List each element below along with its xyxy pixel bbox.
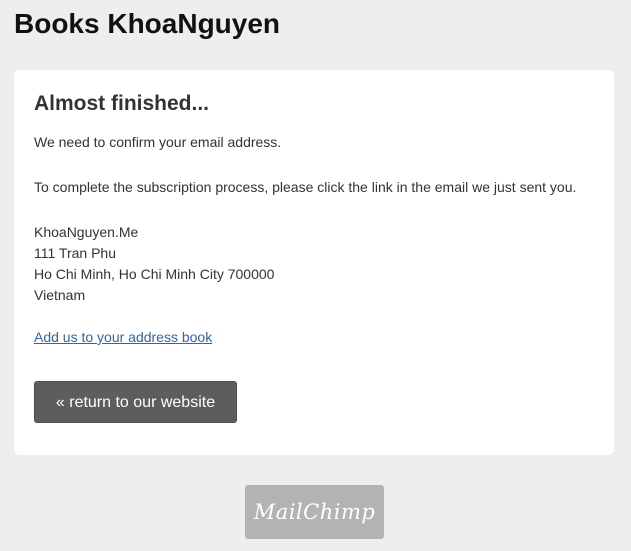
confirmation-card: Almost finished... We need to confirm yo… [14, 70, 614, 455]
card-heading: Almost finished... [34, 92, 210, 115]
address-country: Vietnam [34, 287, 86, 303]
mailchimp-logo[interactable]: MailChimp [245, 485, 384, 539]
address-street: 111 Tran Phu [34, 245, 116, 261]
mailchimp-logo-text: MailChimp [253, 500, 376, 524]
confirm-email-text: We need to confirm your email address. [34, 134, 282, 150]
add-to-address-book-link[interactable]: Add us to your address book [34, 327, 212, 348]
complete-subscription-text: To complete the subscription process, pl… [34, 179, 577, 195]
return-to-website-button[interactable]: « return to our website [34, 381, 237, 423]
site-title: Books KhoaNguyen [14, 8, 281, 39]
address-name: KhoaNguyen.Me [34, 224, 139, 240]
address-city: Ho Chi Minh, Ho Chi Minh City 700000 [34, 266, 275, 282]
mailing-address: KhoaNguyen.Me 111 Tran Phu Ho Chi Minh, … [34, 222, 274, 306]
